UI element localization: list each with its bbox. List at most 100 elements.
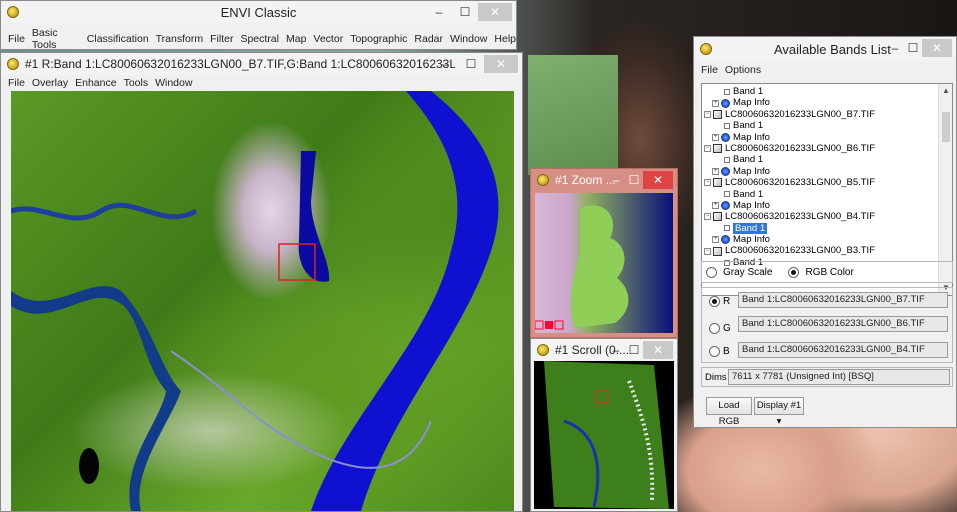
band-icon — [724, 191, 730, 198]
tree-item-file[interactable]: − LC80060632016233LGN00_B4.TIF — [702, 211, 952, 222]
minimize-button[interactable]: – — [607, 171, 625, 189]
bands-menubar: File Options — [694, 62, 956, 78]
dims-group: Dims 7611 x 7781 (Unsigned Int) [BSQ] — [701, 367, 953, 387]
envi-menu-map[interactable]: Map — [286, 33, 306, 45]
tree-item-file[interactable]: − LC80060632016233LGN00_B7.TIF — [702, 109, 952, 120]
maximize-button[interactable]: ☐ — [625, 171, 643, 189]
file-icon — [713, 246, 722, 256]
tree-item-map[interactable]: + Map Info — [702, 97, 952, 108]
r-radio[interactable] — [709, 296, 720, 307]
tree-item-map[interactable]: + Map Info — [702, 234, 952, 245]
tree-item-file[interactable]: − LC80060632016233LGN00_B6.TIF — [702, 143, 952, 154]
close-button[interactable]: ✕ — [643, 341, 673, 359]
minimize-button[interactable]: – — [426, 3, 452, 21]
tree-item-file[interactable]: − LC80060632016233LGN00_B5.TIF — [702, 177, 952, 188]
r-band-field[interactable]: Band 1:LC80060632016233LGN00_B7.TIF — [738, 292, 948, 308]
tree-item-band[interactable]: Band 1 — [702, 189, 952, 200]
envi-app-icon — [537, 174, 549, 186]
rgb-color-label: RGB Color — [805, 266, 854, 278]
envi-menu-radar[interactable]: Radar — [414, 33, 443, 45]
b-radio[interactable] — [709, 346, 720, 357]
expand-icon[interactable]: + — [712, 133, 719, 141]
tree-item-map[interactable]: + Map Info — [702, 200, 952, 211]
gray-scale-radio[interactable] — [706, 266, 717, 278]
image-menu-window[interactable]: Window — [155, 77, 192, 89]
close-button[interactable]: ✕ — [484, 55, 518, 73]
g-band-field[interactable]: Band 1:LC80060632016233LGN00_B6.TIF — [738, 316, 948, 332]
minimize-button[interactable]: – — [886, 39, 904, 57]
g-radio[interactable] — [709, 323, 720, 334]
close-button[interactable]: ✕ — [478, 3, 512, 21]
zoom-control-plus — [545, 321, 553, 329]
bands-window: Available Bands List – ☐ ✕ File Options B… — [693, 36, 957, 428]
maximize-button[interactable]: ☐ — [458, 55, 484, 73]
envi-menu-topographic[interactable]: Topographic — [350, 33, 407, 45]
globe-icon — [721, 201, 730, 211]
bands-menu-options[interactable]: Options — [725, 64, 761, 76]
dims-field: 7611 x 7781 (Unsigned Int) [BSQ] — [728, 369, 950, 385]
maximize-button[interactable]: ☐ — [625, 341, 643, 359]
minimize-button[interactable]: – — [432, 55, 458, 73]
expand-icon[interactable]: + — [712, 167, 719, 175]
tree-item-band[interactable]: Band 1 — [702, 86, 952, 97]
dims-label: Dims — [705, 372, 727, 383]
collapse-icon[interactable]: − — [704, 110, 711, 118]
river — [311, 91, 499, 511]
collapse-icon[interactable]: − — [704, 247, 711, 255]
tree-item-map[interactable]: + Map Info — [702, 166, 952, 177]
envi-menu-spectral[interactable]: Spectral — [240, 33, 279, 45]
tree-item-label: LC80060632016233LGN00_B5.TIF — [725, 177, 876, 189]
envi-menu-filter[interactable]: Filter — [210, 33, 233, 45]
tree-item-label: Map Info — [733, 97, 770, 109]
expand-icon[interactable]: + — [712, 202, 719, 210]
envi-menu-help[interactable]: Help — [494, 33, 516, 45]
close-button[interactable]: ✕ — [922, 39, 952, 57]
load-rgb-button[interactable]: Load RGB — [706, 397, 752, 427]
envi-menu-vector[interactable]: Vector — [313, 33, 343, 45]
r-label: R — [723, 296, 731, 307]
maximize-button[interactable]: ☐ — [904, 39, 922, 57]
maximize-button[interactable]: ☐ — [452, 3, 478, 21]
close-button[interactable]: ✕ — [643, 171, 673, 189]
envi-menu-classification[interactable]: Classification — [87, 33, 149, 45]
image-menu-file[interactable]: File — [8, 77, 25, 89]
globe-icon — [721, 132, 730, 142]
envi-menu-window[interactable]: Window — [450, 33, 487, 45]
expand-icon[interactable]: + — [712, 99, 719, 107]
rgb-group: R Band 1:LC80060632016233LGN00_B7.TIF G … — [701, 287, 953, 363]
tree-item-band[interactable]: Band 1 — [702, 222, 952, 235]
scroll-thumb[interactable] — [942, 112, 950, 142]
file-icon — [713, 109, 722, 119]
tree-item-band[interactable]: Band 1 — [702, 154, 952, 165]
collapse-icon[interactable]: − — [704, 213, 711, 221]
envi-menu-file[interactable]: File — [8, 33, 25, 45]
scroll-up-icon[interactable]: ▲ — [939, 84, 952, 98]
collapse-icon[interactable]: − — [704, 145, 711, 153]
image-titlebar: #1 R:Band 1:LC80060632016233LGN00_B7.TIF… — [1, 53, 522, 75]
tree-item-label: Band 1 — [733, 188, 764, 200]
expand-icon[interactable]: + — [712, 236, 719, 244]
zoom-image-view[interactable] — [535, 193, 673, 333]
tree-item-label: Band 1 — [733, 120, 764, 132]
image-window-title: #1 R:Band 1:LC80060632016233LGN00_B7.TIF… — [25, 57, 455, 71]
collapse-icon[interactable]: − — [704, 179, 711, 187]
envi-app-icon — [7, 58, 19, 70]
image-menubar: File Overlay Enhance Tools Window — [1, 75, 522, 91]
minimize-button[interactable]: – — [607, 341, 625, 359]
image-menu-enhance[interactable]: Enhance — [75, 77, 116, 89]
image-menu-overlay[interactable]: Overlay — [32, 77, 68, 89]
rgb-color-radio[interactable] — [788, 266, 800, 278]
display-button[interactable]: Display #1 ▾ — [754, 397, 804, 427]
satellite-image-view[interactable] — [11, 91, 514, 511]
g-label: G — [723, 323, 731, 334]
tree-item-map[interactable]: + Map Info — [702, 132, 952, 143]
envi-menu-basic-tools[interactable]: Basic Tools — [32, 27, 80, 51]
bands-menu-file[interactable]: File — [701, 64, 718, 76]
tree-item-file[interactable]: − LC80060632016233LGN00_B3.TIF — [702, 245, 952, 256]
tree-item-band[interactable]: Band 1 — [702, 120, 952, 131]
image-menu-tools[interactable]: Tools — [124, 77, 149, 89]
envi-main-window: ENVI Classic – ☐ ✕ File Basic Tools Classi… — [0, 0, 517, 51]
scroll-image-view[interactable] — [534, 361, 674, 509]
envi-menu-transform[interactable]: Transform — [156, 33, 203, 45]
b-band-field[interactable]: Band 1:LC80060632016233LGN00_B4.TIF — [738, 342, 948, 358]
